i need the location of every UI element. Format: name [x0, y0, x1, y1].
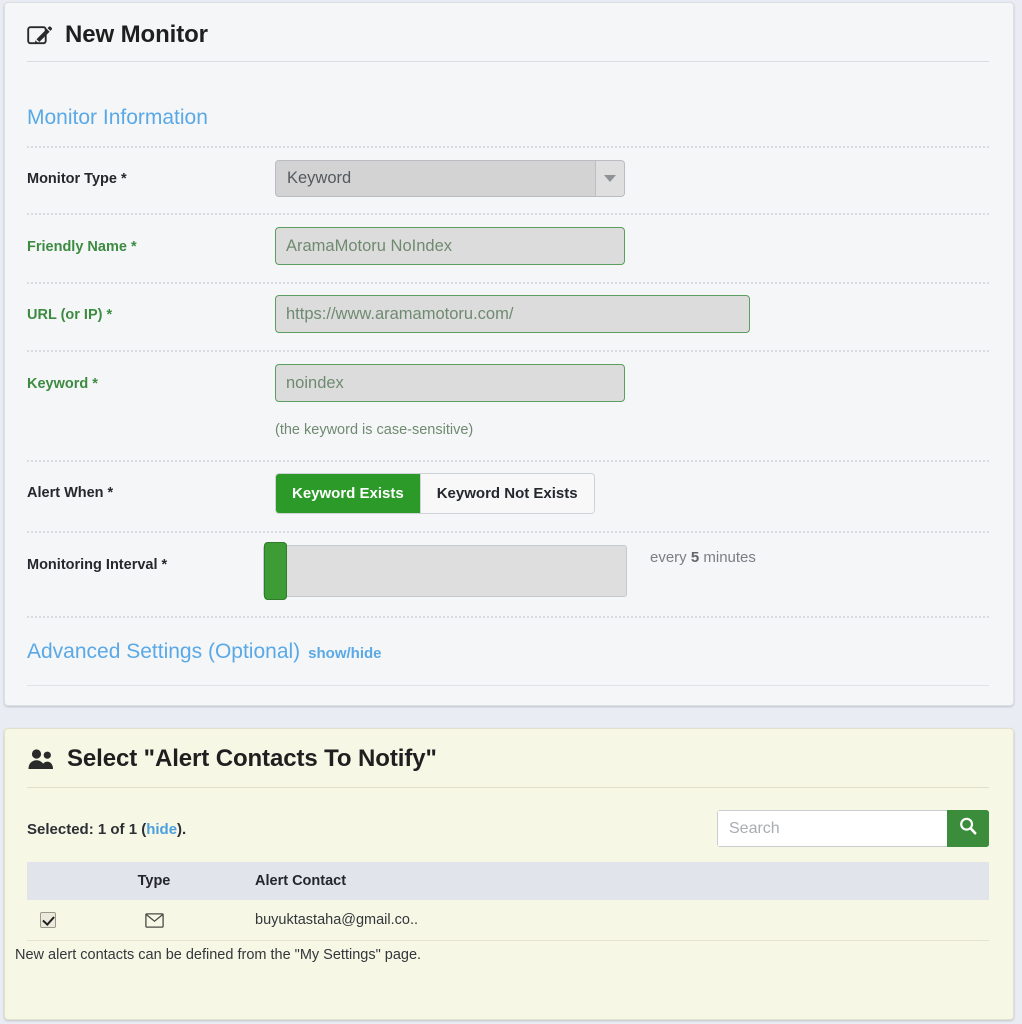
header-type: Type [137, 873, 171, 889]
friendly-name-label: Friendly Name * [27, 239, 137, 255]
search-button[interactable] [947, 810, 989, 847]
new-monitor-panel: New Monitor Monitor Information Monitor … [4, 2, 1014, 706]
url-input[interactable] [275, 295, 750, 333]
contacts-panel-header: Select "Alert Contacts To Notify" [27, 745, 437, 773]
row-type-cell [69, 912, 239, 928]
keyword-label: Keyword * [27, 376, 98, 392]
table-row[interactable]: buyuktastaha@gmail.co.. [27, 900, 989, 941]
interval-suffix: minutes [699, 549, 756, 566]
contacts-panel-title: Select "Alert Contacts To Notify" [67, 745, 437, 772]
page-title: New Monitor [65, 21, 208, 48]
edit-pencil-square-icon [27, 24, 53, 46]
users-icon [27, 748, 55, 770]
interval-prefix: every [650, 549, 691, 566]
advanced-settings-show-hide-link[interactable]: show/hide [308, 645, 381, 662]
header-alert-contact: Alert Contact [255, 873, 347, 889]
alert-when-button-group: Keyword Exists Keyword Not Exists [275, 473, 595, 514]
keyword-hint: (the keyword is case-sensitive) [275, 422, 474, 438]
divider [27, 685, 989, 686]
alert-when-label: Alert When * [27, 485, 114, 501]
keyword-input[interactable] [275, 364, 625, 402]
row-contact-value: buyuktastaha@gmail.co.. [255, 912, 419, 928]
alert-contacts-table: Type Alert Contact buyuktastaha@gmail.co… [27, 862, 989, 941]
magnifier-icon [958, 816, 978, 841]
envelope-icon [144, 912, 164, 928]
monitoring-interval-label: Monitoring Interval * [27, 557, 168, 573]
monitoring-interval-slider[interactable] [263, 545, 627, 597]
contacts-header-divider [27, 787, 989, 788]
advanced-settings-label[interactable]: Advanced Settings (Optional) [27, 640, 300, 664]
monitor-type-label: Monitor Type * [27, 171, 127, 187]
alert-contacts-panel: Select "Alert Contacts To Notify" Select… [4, 728, 1014, 1020]
divider [27, 282, 989, 284]
table-header-row: Type Alert Contact [27, 862, 989, 900]
row-checkbox-cell [27, 912, 69, 928]
divider [27, 460, 989, 462]
interval-number: 5 [690, 549, 700, 566]
new-monitor-page: New Monitor Monitor Information Monitor … [0, 0, 1022, 1024]
header-divider [27, 61, 989, 62]
keyword-exists-button[interactable]: Keyword Exists [276, 474, 420, 513]
divider [27, 350, 989, 352]
monitoring-interval-value: every 5 minutes [650, 549, 756, 566]
chevron-down-icon[interactable] [595, 161, 624, 196]
advanced-settings-row: Advanced Settings (Optional) show/hide [27, 640, 382, 664]
search-input[interactable] [717, 810, 947, 847]
hide-link[interactable]: hide [146, 821, 177, 838]
divider [27, 531, 989, 533]
friendly-name-input[interactable] [275, 227, 625, 265]
keyword-not-exists-button[interactable]: Keyword Not Exists [419, 474, 594, 513]
selected-suffix: ). [177, 821, 187, 838]
contact-checkbox[interactable] [40, 912, 56, 928]
divider [27, 213, 989, 215]
selected-count: Selected: 1 of 1 (hide). [27, 821, 186, 838]
divider [27, 616, 989, 618]
monitor-type-select[interactable]: Keyword [275, 160, 625, 197]
contacts-footer-note: New alert contacts can be defined from t… [15, 947, 422, 963]
divider [27, 146, 989, 148]
url-label: URL (or IP) * [27, 307, 113, 323]
contacts-search [717, 810, 989, 847]
monitoring-interval-slider-handle[interactable] [264, 542, 287, 600]
monitor-information-heading: Monitor Information [27, 106, 208, 129]
monitor-panel-header: New Monitor [27, 21, 208, 49]
monitor-type-value: Keyword [287, 169, 352, 187]
selected-prefix: Selected: 1 of 1 ( [27, 821, 147, 838]
